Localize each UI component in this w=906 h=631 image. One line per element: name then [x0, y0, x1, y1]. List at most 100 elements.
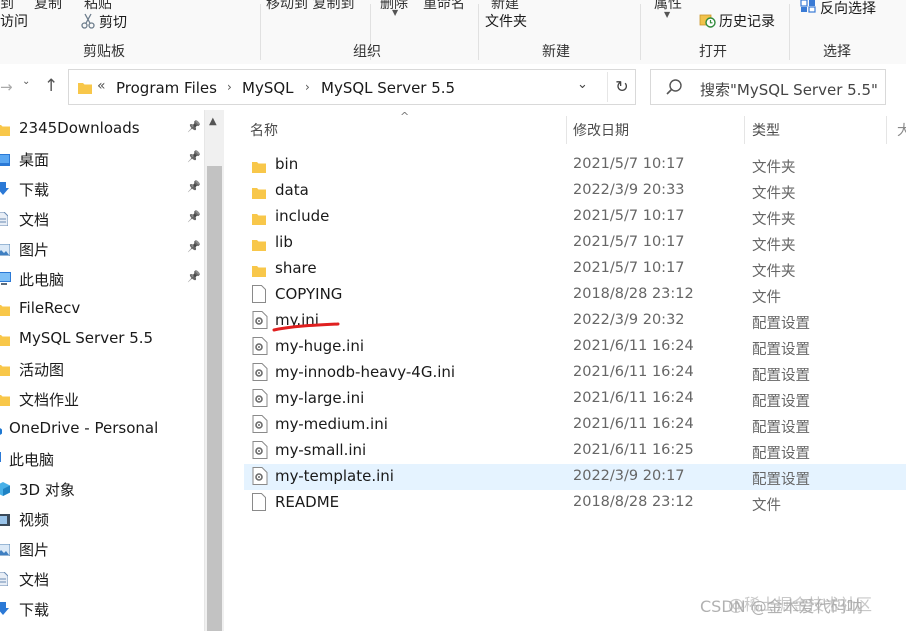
nav-item[interactable]: 活动图 [0, 353, 204, 383]
nav-item[interactable]: 3D 对象 [0, 473, 204, 503]
file-modified-date: 2021/6/11 16:24 [573, 364, 694, 380]
file-row[interactable]: my-huge.ini 2021/6/11 16:24 配置设置 [244, 334, 906, 360]
folder-icon [0, 301, 10, 320]
video-icon [0, 511, 10, 530]
nav-item-label: 图片 [19, 541, 50, 559]
pin-icon[interactable]: 📌 [187, 240, 201, 253]
navigation-pane: 2345Downloads 📌 桌面 📌 下载 📌 文档 📌 图片 📌 此电脑 📌 FileRecv My… [0, 110, 204, 631]
desktop-icon [0, 151, 10, 170]
breadcrumb-overflow[interactable]: « [97, 78, 106, 94]
picture-icon [0, 241, 11, 260]
delete-dropdown-icon[interactable]: ▼ [392, 8, 398, 17]
file-type: 配置设置 [752, 368, 810, 384]
file-row[interactable]: my-large.ini 2021/6/11 16:24 配置设置 [244, 386, 906, 412]
nav-item[interactable]: 下载 [0, 593, 204, 623]
pin-icon[interactable]: 📌 [187, 150, 201, 163]
column-divider[interactable] [566, 116, 567, 144]
file-row[interactable]: my-template.ini 2022/3/9 20:17 配置设置 [244, 464, 906, 490]
up-arrow-icon[interactable]: ↑ [44, 76, 58, 96]
scroll-up-icon[interactable]: ▲ [209, 116, 217, 127]
pin-icon[interactable]: 📌 [187, 270, 201, 283]
file-list: ^ 名称 修改日期 类型 大 bin 2021/5/7 10:17 文件夹 data 2… [224, 110, 906, 631]
refresh-icon[interactable]: ↻ [607, 72, 636, 102]
config-file-icon [252, 363, 268, 385]
nav-item[interactable]: 下载 📌 [0, 173, 204, 203]
config-file-icon [252, 311, 268, 333]
computer-icon [0, 271, 12, 290]
file-row[interactable]: COPYING 2018/8/28 23:12 文件 [244, 282, 906, 308]
ribbon: 到 复制 粘贴 访问 剪切 移动到 复制到 删除 ▼ 重命名 新建 文件夹 属性… [0, 0, 906, 65]
file-modified-date: 2022/3/9 20:32 [573, 312, 685, 328]
file-name: include [275, 207, 330, 225]
pin-icon[interactable]: 📌 [187, 210, 201, 223]
computer-icon [0, 451, 2, 470]
pin-icon[interactable]: 📌 [187, 120, 201, 133]
nav-item[interactable]: 2345Downloads 📌 [0, 113, 204, 143]
file-modified-date: 2021/6/11 16:24 [573, 416, 694, 432]
breadcrumb-mysql-server[interactable]: MySQL Server 5.5 [321, 79, 455, 97]
nav-item[interactable]: 文档 [0, 563, 204, 593]
address-dropdown-icon[interactable]: ⌄ [577, 77, 588, 92]
file-row[interactable]: bin 2021/5/7 10:17 文件夹 [244, 152, 906, 178]
column-divider[interactable] [744, 116, 745, 144]
file-row[interactable]: my.ini 2022/3/9 20:32 配置设置 [244, 308, 906, 334]
nav-item[interactable]: OneDrive - Personal [0, 413, 204, 443]
copy-button[interactable]: 复制 [34, 0, 62, 13]
nav-item[interactable]: 此电脑 [0, 443, 204, 473]
nav-item-label: 下载 [19, 601, 50, 619]
nav-item-label: 2345Downloads [19, 119, 140, 137]
column-header-date[interactable]: 修改日期 [573, 120, 629, 140]
column-header-size[interactable]: 大 [897, 120, 906, 140]
nav-item[interactable]: 桌面 📌 [0, 143, 204, 173]
move-copy-to-button[interactable]: 移动到 复制到 [266, 0, 354, 13]
nav-item[interactable]: FileRecv [0, 293, 204, 323]
new-folder-button[interactable]: 文件夹 [485, 11, 527, 31]
rename-button[interactable]: 重命名 [423, 0, 465, 13]
nav-item[interactable]: 此电脑 📌 [0, 263, 204, 293]
nav-item[interactable]: 文档作业 [0, 383, 204, 413]
document-icon [0, 211, 9, 230]
config-file-icon [252, 441, 268, 463]
file-name: bin [275, 155, 299, 173]
nav-item[interactable]: MySQL Server 5.5 [0, 323, 204, 353]
file-row[interactable]: share 2021/5/7 10:17 文件夹 [244, 256, 906, 282]
folder-icon [0, 361, 10, 380]
breadcrumb-chevron-icon[interactable]: › [227, 80, 232, 94]
nav-item[interactable]: 文档 📌 [0, 203, 204, 233]
breadcrumb-chevron-icon[interactable]: › [305, 80, 310, 94]
file-row[interactable]: data 2022/3/9 20:33 文件夹 [244, 178, 906, 204]
file-row[interactable]: my-innodb-heavy-4G.ini 2021/6/11 16:24 配置设… [244, 360, 906, 386]
file-modified-date: 2022/3/9 20:33 [573, 182, 685, 198]
file-modified-date: 2021/5/7 10:17 [573, 234, 685, 250]
file-row[interactable]: my-small.ini 2021/6/11 16:25 配置设置 [244, 438, 906, 464]
file-row[interactable]: lib 2021/5/7 10:17 文件夹 [244, 230, 906, 256]
column-header-name[interactable]: 名称 [250, 120, 278, 140]
group-select-label: 选择 [823, 44, 851, 60]
search-input[interactable]: 搜索"MySQL Server 5.5" [700, 79, 878, 100]
nav-item[interactable]: 视频 [0, 503, 204, 533]
recent-locations-dropdown-icon[interactable]: ⌄ [22, 76, 30, 87]
search-box[interactable]: 搜索"MySQL Server 5.5" [650, 69, 886, 105]
file-type: 文件夹 [752, 186, 796, 202]
folder-icon [0, 391, 10, 410]
scrollbar-thumb[interactable] [207, 166, 222, 631]
nav-scrollbar[interactable]: ▲ [204, 110, 224, 631]
properties-dropdown-icon[interactable]: ▼ [664, 10, 670, 19]
file-row[interactable]: include 2021/5/7 10:17 文件夹 [244, 204, 906, 230]
history-button[interactable]: 历史记录 [719, 11, 775, 31]
nav-item[interactable]: 图片 [0, 533, 204, 563]
nav-item-label: 文档作业 [19, 391, 80, 409]
file-name: my-large.ini [275, 389, 365, 407]
breadcrumb-mysql[interactable]: MySQL [242, 79, 294, 97]
breadcrumb-program-files[interactable]: Program Files [116, 79, 217, 97]
address-bar[interactable]: « Program Files › MySQL › MySQL Server 5… [68, 69, 636, 105]
cut-button[interactable]: 剪切 [99, 12, 127, 32]
nav-item[interactable]: 图片 📌 [0, 233, 204, 263]
reverse-select-button[interactable]: 反向选择 [820, 0, 876, 18]
pin-icon[interactable]: 📌 [187, 180, 201, 193]
column-divider[interactable] [886, 116, 887, 144]
column-header-type[interactable]: 类型 [752, 120, 780, 140]
forward-arrow-icon[interactable]: → [0, 78, 13, 96]
file-row[interactable]: my-medium.ini 2021/6/11 16:24 配置设置 [244, 412, 906, 438]
file-row[interactable]: README 2018/8/28 23:12 文件 [244, 490, 906, 516]
